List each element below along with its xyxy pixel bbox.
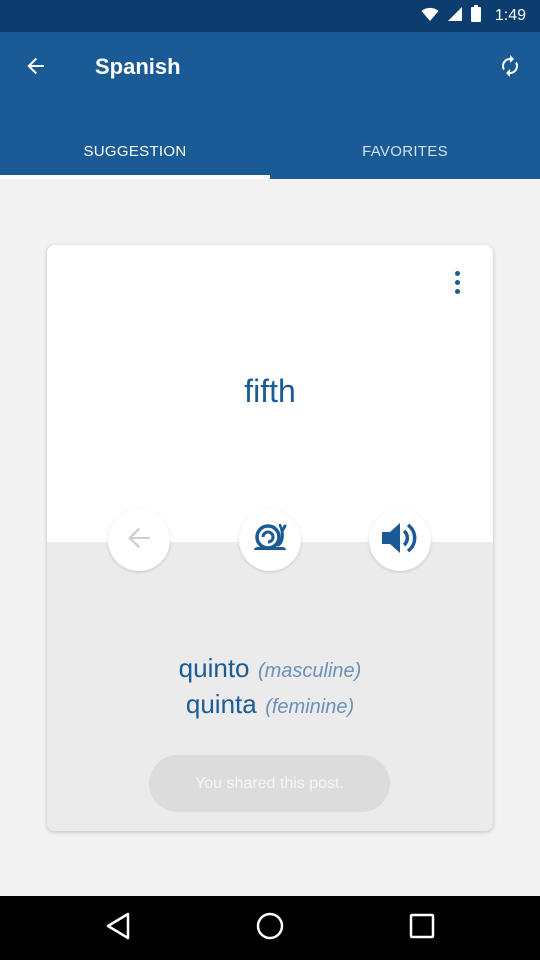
word-text: fifth: [244, 373, 296, 409]
status-icons: 1:49: [421, 0, 526, 32]
more-vert-icon-dot: [454, 288, 460, 294]
wifi-icon: [421, 6, 439, 27]
screen: 1:49 Spanish SUGGESTION FAVORITES fifth …: [0, 0, 540, 960]
nav-home-button[interactable]: [250, 908, 290, 948]
nav-back-button[interactable]: [98, 908, 138, 948]
translation-gender: (feminine): [265, 696, 355, 718]
tab-suggestion[interactable]: SUGGESTION: [0, 123, 270, 179]
nav-home-icon: [255, 911, 285, 946]
slow-audio-button[interactable]: [239, 509, 301, 571]
arrow-back-icon: [27, 57, 45, 80]
refresh-button[interactable]: [488, 46, 532, 90]
battery-icon: [470, 5, 481, 27]
system-nav-bar: [0, 896, 540, 960]
more-vert-icon-dot: [454, 270, 460, 276]
more-vert-icon-dot: [454, 279, 460, 285]
status-bar: 1:49: [0, 0, 540, 32]
refresh-icon: [498, 54, 522, 83]
translation-word: quinto: [178, 653, 250, 683]
word-card: fifth quinto (masculine) quinta (feminin…: [47, 245, 493, 831]
translation-gender: (masculine): [257, 660, 362, 682]
signal-icon: [447, 6, 463, 27]
translations: quinto (masculine) quinta (feminine): [47, 650, 493, 722]
more-options-button[interactable]: [445, 267, 469, 297]
translation-line: quinta (feminine): [47, 686, 493, 722]
app-bar: Spanish SUGGESTION FAVORITES: [0, 32, 540, 179]
arrow-left-icon: [126, 525, 152, 556]
back-button[interactable]: [14, 46, 58, 90]
tab-favorites[interactable]: FAVORITES: [270, 123, 540, 179]
shared-post-button[interactable]: You shared this post.: [149, 755, 390, 812]
page-title: Spanish: [95, 54, 181, 79]
snail-icon: [252, 523, 288, 558]
status-time: 1:49: [494, 7, 526, 24]
translation-word: quinta: [185, 689, 257, 719]
previous-button[interactable]: [108, 509, 170, 571]
tab-bar: SUGGESTION FAVORITES: [0, 123, 540, 179]
nav-recent-icon: [409, 913, 435, 944]
play-audio-button[interactable]: [369, 509, 431, 571]
volume-icon: [380, 520, 420, 561]
nav-recent-button[interactable]: [402, 908, 442, 948]
translation-line: quinto (masculine): [47, 650, 493, 686]
nav-back-icon: [105, 912, 131, 945]
